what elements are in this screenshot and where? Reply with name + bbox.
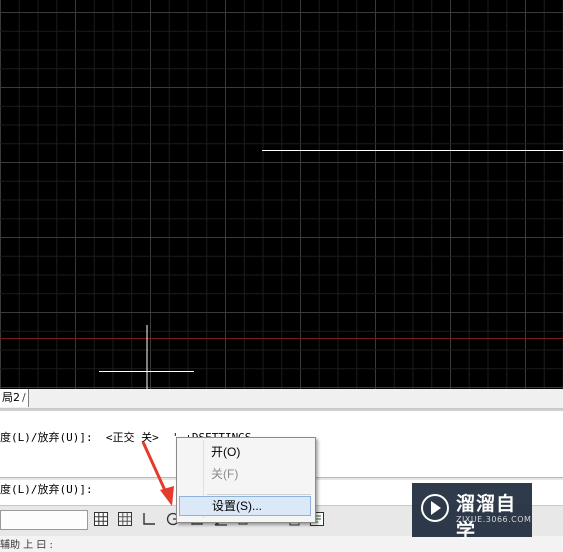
layout-tab-bar: 局2 /: [0, 389, 563, 409]
snap-mode-icon[interactable]: [116, 510, 134, 528]
menu-item-on[interactable]: 开(O): [179, 442, 311, 462]
grid-display-icon[interactable]: [92, 510, 110, 528]
menu-item-off[interactable]: 关(F): [179, 464, 311, 484]
menu-item-settings[interactable]: 设置(S)...: [179, 496, 311, 516]
bottom-strip-text: 辅助 上 曰 :: [0, 540, 53, 551]
menu-divider: [207, 494, 311, 495]
ortho-mode-icon[interactable]: [140, 510, 158, 528]
ortho-context-menu: 开(O) 关(F) 设置(S)...: [176, 437, 316, 523]
command-prompt-line[interactable]: 度(L)/放弃(U)]:: [0, 481, 93, 497]
drawing-canvas[interactable]: [0, 0, 563, 389]
grid-lines: [0, 0, 563, 389]
watermark-subtitle: ZIXUE.3066.COM: [456, 515, 532, 524]
watermark-logo: 溜溜自学 ZIXUE.3066.COM: [412, 483, 532, 542]
coordinates-display: [0, 510, 88, 530]
tab-separator: /: [22, 391, 26, 404]
play-logo-icon: [421, 494, 449, 522]
